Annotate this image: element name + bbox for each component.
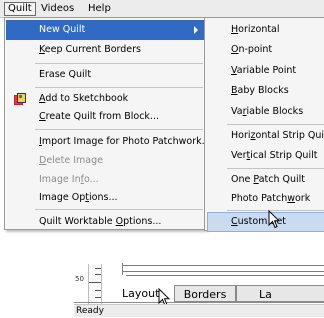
menu-item-create-quilt-from-block[interactable]: Create Quilt from Block...: [6, 107, 204, 127]
menu-item-new-quilt[interactable]: New Quilt: [6, 20, 204, 40]
submenu-item-variable-point[interactable]: Variable Point: [207, 61, 324, 81]
new-quilt-submenu: Horizontal On-point Variable Point Baby …: [204, 17, 324, 232]
status-bar: Ready: [74, 304, 324, 317]
menu-item-quilt-worktable-options[interactable]: Quilt Worktable Options...: [6, 212, 204, 232]
submenu-item-vertical-strip-quilt[interactable]: Vertical Strip Quilt: [207, 146, 324, 166]
tab-layers[interactable]: La: [236, 285, 324, 302]
submenu-item-custom-set[interactable]: Custom Set: [207, 212, 324, 232]
horizontal-ruler: [122, 265, 324, 272]
status-text: Ready: [76, 306, 104, 316]
vertical-ruler: [88, 264, 102, 304]
menu-item-import-image[interactable]: Import Image for Photo Patchwork...: [6, 132, 211, 152]
menu-help[interactable]: Help: [85, 2, 114, 16]
menu-separator: [227, 168, 324, 169]
submenu-item-one-patch-quilt[interactable]: One Patch Quilt: [207, 170, 324, 190]
menu-separator: [35, 87, 203, 88]
submenu-arrow-icon: [194, 26, 198, 34]
tab-layout[interactable]: Layout: [118, 285, 164, 303]
mouse-cursor-icon: [268, 210, 280, 229]
tab-borders[interactable]: Borders: [174, 285, 236, 302]
tab-baseline: [74, 302, 324, 303]
menu-item-image-options[interactable]: Image Options...: [6, 188, 204, 208]
submenu-item-horizontal[interactable]: Horizontal: [207, 20, 324, 40]
submenu-item-variable-blocks[interactable]: Variable Blocks: [207, 102, 324, 122]
submenu-item-photo-patchwork[interactable]: Photo Patchwork: [207, 189, 324, 209]
menu-bar: Quilt Videos Help: [0, 0, 324, 18]
menu-separator: [35, 129, 203, 130]
menu-separator: [35, 63, 203, 64]
menu-separator: [35, 209, 203, 210]
submenu-item-baby-blocks[interactable]: Baby Blocks: [207, 81, 324, 101]
menu-item-keep-current-borders[interactable]: Keep Current Borders: [6, 40, 204, 60]
submenu-item-horizontal-strip-quilt[interactable]: Horizontal Strip Quilt: [207, 126, 324, 146]
menu-item-image-info: Image Info...: [39, 174, 99, 185]
sketchbook-icon: [14, 93, 26, 105]
menu-item-add-to-sketchbook[interactable]: Add to Sketchbook: [6, 89, 204, 109]
horizontal-ruler-line: [126, 275, 324, 276]
quilt-menu-dropdown: New Quilt Keep Current Borders Erase Qui…: [4, 17, 211, 232]
menu-quilt[interactable]: Quilt: [4, 2, 36, 16]
submenu-item-on-point[interactable]: On-point: [207, 40, 324, 60]
menu-separator: [227, 124, 324, 125]
ruler-label: 50: [75, 275, 84, 283]
menu-item-delete-image: Delete Image: [39, 155, 103, 166]
menu-item-erase-quilt[interactable]: Erase Quilt: [6, 65, 204, 85]
menu-videos[interactable]: Videos: [38, 2, 77, 16]
